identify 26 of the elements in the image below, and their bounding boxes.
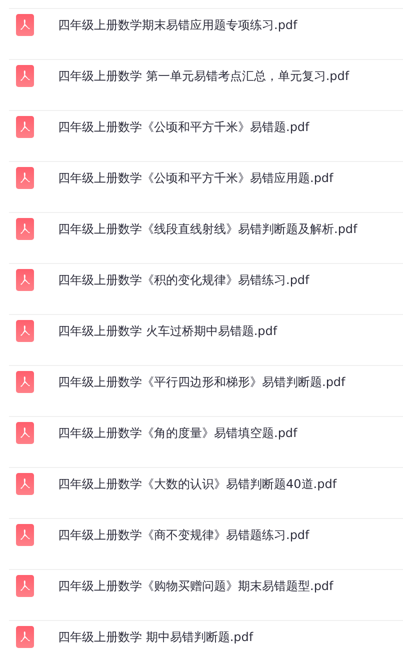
file-name[interactable]: 四年级上册数学《平行四边形和梯形》易错判断题.pdf	[58, 374, 346, 390]
file-name[interactable]: 四年级上册数学期末易错应用题专项练习.pdf	[58, 16, 298, 34]
file-name[interactable]: 四年级上册数学《大数的认识》易错判断题40道.pdf	[58, 476, 337, 492]
pdf-file-icon	[16, 14, 34, 36]
pdf-file-icon	[16, 626, 34, 648]
pdf-file-icon	[16, 473, 34, 495]
pdf-file-icon	[16, 167, 34, 189]
file-name[interactable]: 四年级上册数学《公顷和平方千米》易错应用题.pdf	[58, 170, 334, 186]
pdf-file-icon	[16, 218, 34, 240]
file-name[interactable]: 四年级上册数学 火车过桥期中易错题.pdf	[58, 322, 278, 340]
file-name[interactable]: 四年级上册数学 期中易错判断题.pdf	[58, 628, 254, 646]
file-name[interactable]: 四年级上册数学 第一单元易错考点汇总，单元复习.pdf	[58, 68, 350, 84]
pdf-file-icon	[16, 371, 34, 393]
file-name[interactable]: 四年级上册数学《角的度量》易错填空题.pdf	[58, 424, 298, 442]
pdf-file-icon	[16, 575, 34, 597]
pdf-file-icon	[16, 320, 34, 342]
pdf-file-icon	[16, 524, 34, 546]
file-name[interactable]: 四年级上册数学《公顷和平方千米》易错题.pdf	[58, 118, 310, 136]
file-name[interactable]: 四年级上册数学《积的变化规律》易错练习.pdf	[58, 272, 310, 288]
file-name[interactable]: 四年级上册数学《商不变规律》易错题练习.pdf	[58, 526, 310, 544]
file-name[interactable]: 四年级上册数学《购物买赠问题》期末易错题型.pdf	[58, 578, 334, 594]
pdf-file-icon	[16, 422, 34, 444]
pdf-file-icon	[16, 116, 34, 138]
pdf-file-icon	[16, 269, 34, 291]
file-name[interactable]: 四年级上册数学《线段直线射线》易错判断题及解析.pdf	[58, 220, 358, 238]
pdf-file-icon	[16, 65, 34, 87]
